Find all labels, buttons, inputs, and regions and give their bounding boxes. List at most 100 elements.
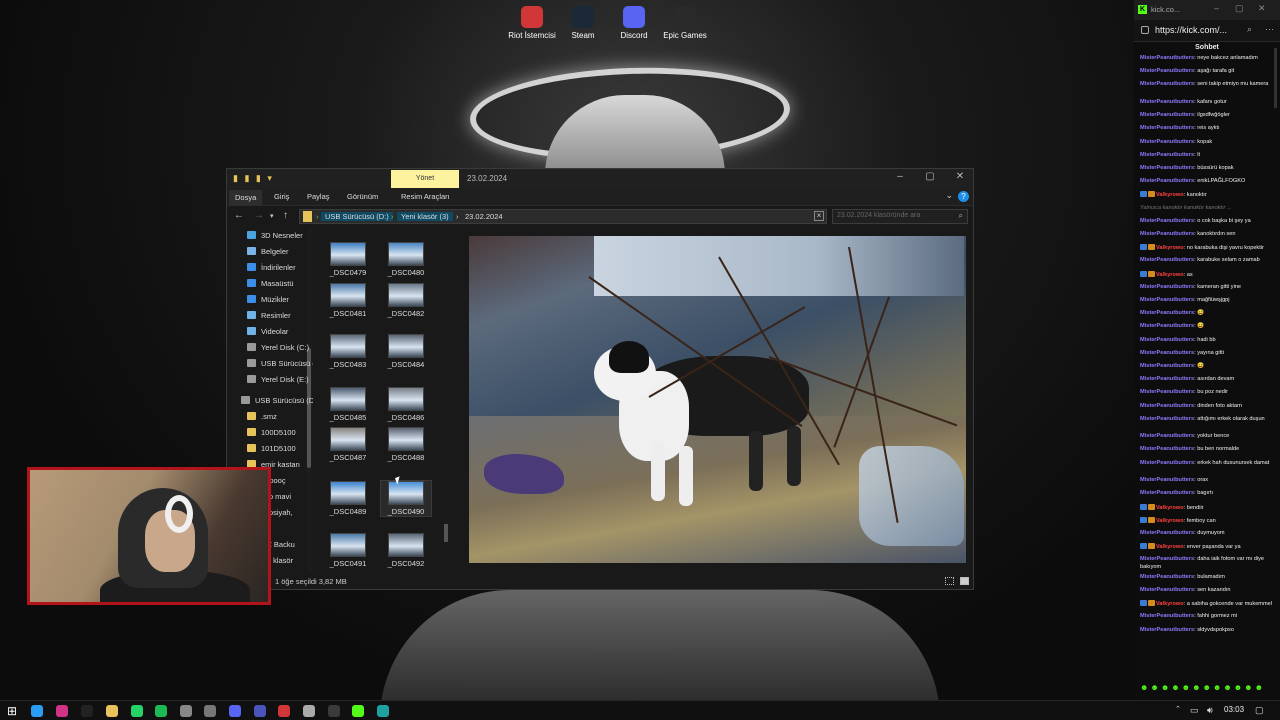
breadcrumb-folder[interactable]: Yeni klasör (3) [397, 212, 453, 221]
file-thumbnail[interactable]: _DSC0484 [381, 334, 431, 369]
clock-icon[interactable] [204, 705, 216, 717]
chat-username[interactable]: Valkyrowo [1156, 601, 1184, 607]
chat-username[interactable]: MisterPeanutbutters [1140, 574, 1194, 580]
chat-username[interactable]: MisterPeanutbutters [1140, 297, 1194, 303]
maximize-icon[interactable]: ▢ [915, 171, 945, 182]
nav-item[interactable]: USB Sürücüsü (D:) [241, 393, 313, 407]
chat-username[interactable]: MisterPeanutbutters [1140, 284, 1194, 290]
emote-bar[interactable]: ☻☻☻☻☻☻☻☻☻☻☻☻ [1140, 683, 1265, 692]
minimize-icon[interactable]: – [1214, 3, 1219, 13]
breadcrumb-date-folder[interactable]: 23.02.2024 [465, 212, 503, 221]
volume-icon[interactable]: 🔊︎ [1207, 705, 1213, 716]
nav-item[interactable]: .smz [247, 409, 277, 423]
file-thumbnail[interactable]: _DSC0485 [323, 387, 373, 422]
chat-username[interactable]: MisterPeanutbutters [1140, 613, 1194, 619]
up-icon[interactable]: ↑ [283, 210, 288, 221]
chat-username[interactable]: Valkyrowo [1156, 245, 1184, 251]
breadcrumb-usb[interactable]: USB Sürücüsü (D:) [321, 212, 393, 221]
nav-item[interactable]: Yerel Disk (C:) [247, 340, 309, 354]
recent-locations-icon[interactable]: ▾ [270, 212, 274, 220]
chat-username[interactable]: MisterPeanutbutters [1140, 416, 1194, 422]
chatgpt-icon[interactable] [180, 705, 192, 717]
nav-item[interactable]: İndirilenler [247, 260, 296, 274]
menu-icon[interactable]: ⋯ [1265, 24, 1274, 35]
chat-username[interactable]: MisterPeanutbutters [1140, 627, 1194, 633]
chat-username[interactable]: Valkyrowo [1156, 505, 1184, 511]
file-thumbnail[interactable]: _DSC0483 [323, 334, 373, 369]
quick-access-icon[interactable]: ▮ ▮ ▮ ▾ [233, 173, 274, 184]
settings-icon[interactable] [303, 705, 315, 717]
chat-username[interactable]: Valkyrowo [1156, 192, 1184, 198]
nav-item[interactable]: Resimler [247, 308, 291, 322]
chevron-down-icon[interactable]: ⌄ [945, 190, 953, 201]
nav-item[interactable]: 100D5100 [247, 425, 296, 439]
url-text[interactable]: https://kick.com/... [1155, 25, 1227, 35]
file-thumbnail[interactable]: _DSC0482 [381, 283, 431, 318]
title-bar[interactable]: ▮ ▮ ▮ ▾ Yönet 23.02.2024 – ▢ ✕ [227, 169, 973, 188]
chat-username[interactable]: MisterPeanutbutters [1140, 125, 1194, 131]
large-icons-view-icon[interactable] [960, 577, 969, 585]
show-hidden-icons-icon[interactable]: ⌃ [1175, 705, 1181, 713]
tab-picture-tools[interactable]: Resim Araçları [401, 192, 450, 201]
file-thumbnail[interactable]: _DSC0488 [381, 427, 431, 462]
nav-item[interactable]: Masaüstü [247, 276, 294, 290]
file-list[interactable]: _DSC0479 _DSC0480 _DSC0481 _DSC0482 _DSC0483… [323, 228, 453, 572]
file-explorer-icon[interactable] [106, 705, 118, 717]
discord-icon[interactable] [229, 705, 241, 717]
browser-tab[interactable]: K kick.co... – ▢ ✕ [1134, 0, 1280, 20]
file-thumbnail[interactable]: _DSC0491 [323, 533, 373, 568]
nav-item[interactable]: 101D5100 [247, 441, 296, 455]
address-bar[interactable]: › USB Sürücüsü (D:) › Yeni klasör (3) › … [299, 209, 827, 224]
chat-username[interactable]: Valkyrowo [1156, 544, 1184, 550]
start-icon[interactable]: ⊞ [6, 705, 18, 717]
url-bar[interactable]: https://kick.com/... ⌕ ⋯ [1134, 20, 1280, 42]
chat-username[interactable]: MisterPeanutbutters [1140, 178, 1194, 184]
search-input[interactable]: 23.02.2024 klasöründe ara ⌕ [832, 209, 968, 224]
nav-item[interactable]: Videolar [247, 324, 288, 338]
chat-username[interactable]: MisterPeanutbutters [1140, 446, 1194, 452]
chat-username[interactable]: MisterPeanutbutters [1140, 433, 1194, 439]
details-view-icon[interactable] [945, 577, 954, 585]
file-list-scrollbar[interactable] [443, 228, 449, 566]
chat-username[interactable]: MisterPeanutbutters [1140, 350, 1194, 356]
chat-username[interactable]: MisterPeanutbutters [1140, 389, 1194, 395]
chat-username[interactable]: MisterPeanutbutters [1140, 587, 1194, 593]
chat-username[interactable]: MisterPeanutbutters [1140, 530, 1194, 536]
tab-view[interactable]: Görünüm [347, 192, 378, 201]
chat-username[interactable]: MisterPeanutbutters [1140, 68, 1194, 74]
chat-username[interactable]: MisterPeanutbutters [1140, 477, 1194, 483]
file-thumbnail[interactable]: _DSC0479 [323, 242, 373, 277]
file-thumbnail[interactable]: _DSC0487 [323, 427, 373, 462]
clear-path-icon[interactable]: × [814, 211, 824, 221]
chat-username[interactable]: MisterPeanutbutters [1140, 460, 1194, 466]
file-thumbnail[interactable]: _DSC0480 [381, 242, 431, 277]
chat-username[interactable]: MisterPeanutbutters [1140, 323, 1194, 329]
nav-item[interactable]: Müzikler [247, 292, 289, 306]
chat-username[interactable]: MisterPeanutbutters [1140, 81, 1194, 87]
instagram-icon[interactable] [56, 705, 68, 717]
chat-username[interactable]: MisterPeanutbutters [1140, 556, 1194, 562]
chat-username[interactable]: MisterPeanutbutters [1140, 376, 1194, 382]
kick-icon[interactable] [352, 705, 364, 717]
tab-file[interactable]: Dosya [229, 190, 263, 205]
chat-username[interactable]: MisterPeanutbutters [1140, 99, 1194, 105]
notifications-icon[interactable]: ▢ [1255, 705, 1264, 716]
nav-item[interactable]: Yerel Disk (E:) [247, 372, 309, 386]
tab-manage[interactable]: Yönet [391, 170, 459, 188]
spotify-icon[interactable] [155, 705, 167, 717]
browser-window[interactable]: K kick.co... – ▢ ✕ https://kick.com/... … [1134, 0, 1280, 700]
chat-username[interactable]: MisterPeanutbutters [1140, 337, 1194, 343]
tiktok-icon[interactable] [81, 705, 93, 717]
chat-username[interactable]: MisterPeanutbutters [1140, 152, 1194, 158]
riot-icon[interactable] [278, 705, 290, 717]
chat-username[interactable]: MisterPeanutbutters [1140, 218, 1194, 224]
chat-username[interactable]: MisterPeanutbutters [1140, 112, 1194, 118]
file-explorer-window[interactable]: ▮ ▮ ▮ ▾ Yönet 23.02.2024 – ▢ ✕ Dosya Gir… [226, 168, 974, 590]
teams-icon[interactable] [254, 705, 266, 717]
chat-username[interactable]: MisterPeanutbutters [1140, 165, 1194, 171]
clock[interactable]: 03:03 [1224, 705, 1244, 714]
chrome-icon[interactable] [31, 705, 43, 717]
chat-username[interactable]: MisterPeanutbutters [1140, 55, 1194, 61]
file-thumbnail[interactable]: _DSC0489 [323, 481, 373, 516]
file-thumbnail[interactable]: _DSC0481 [323, 283, 373, 318]
